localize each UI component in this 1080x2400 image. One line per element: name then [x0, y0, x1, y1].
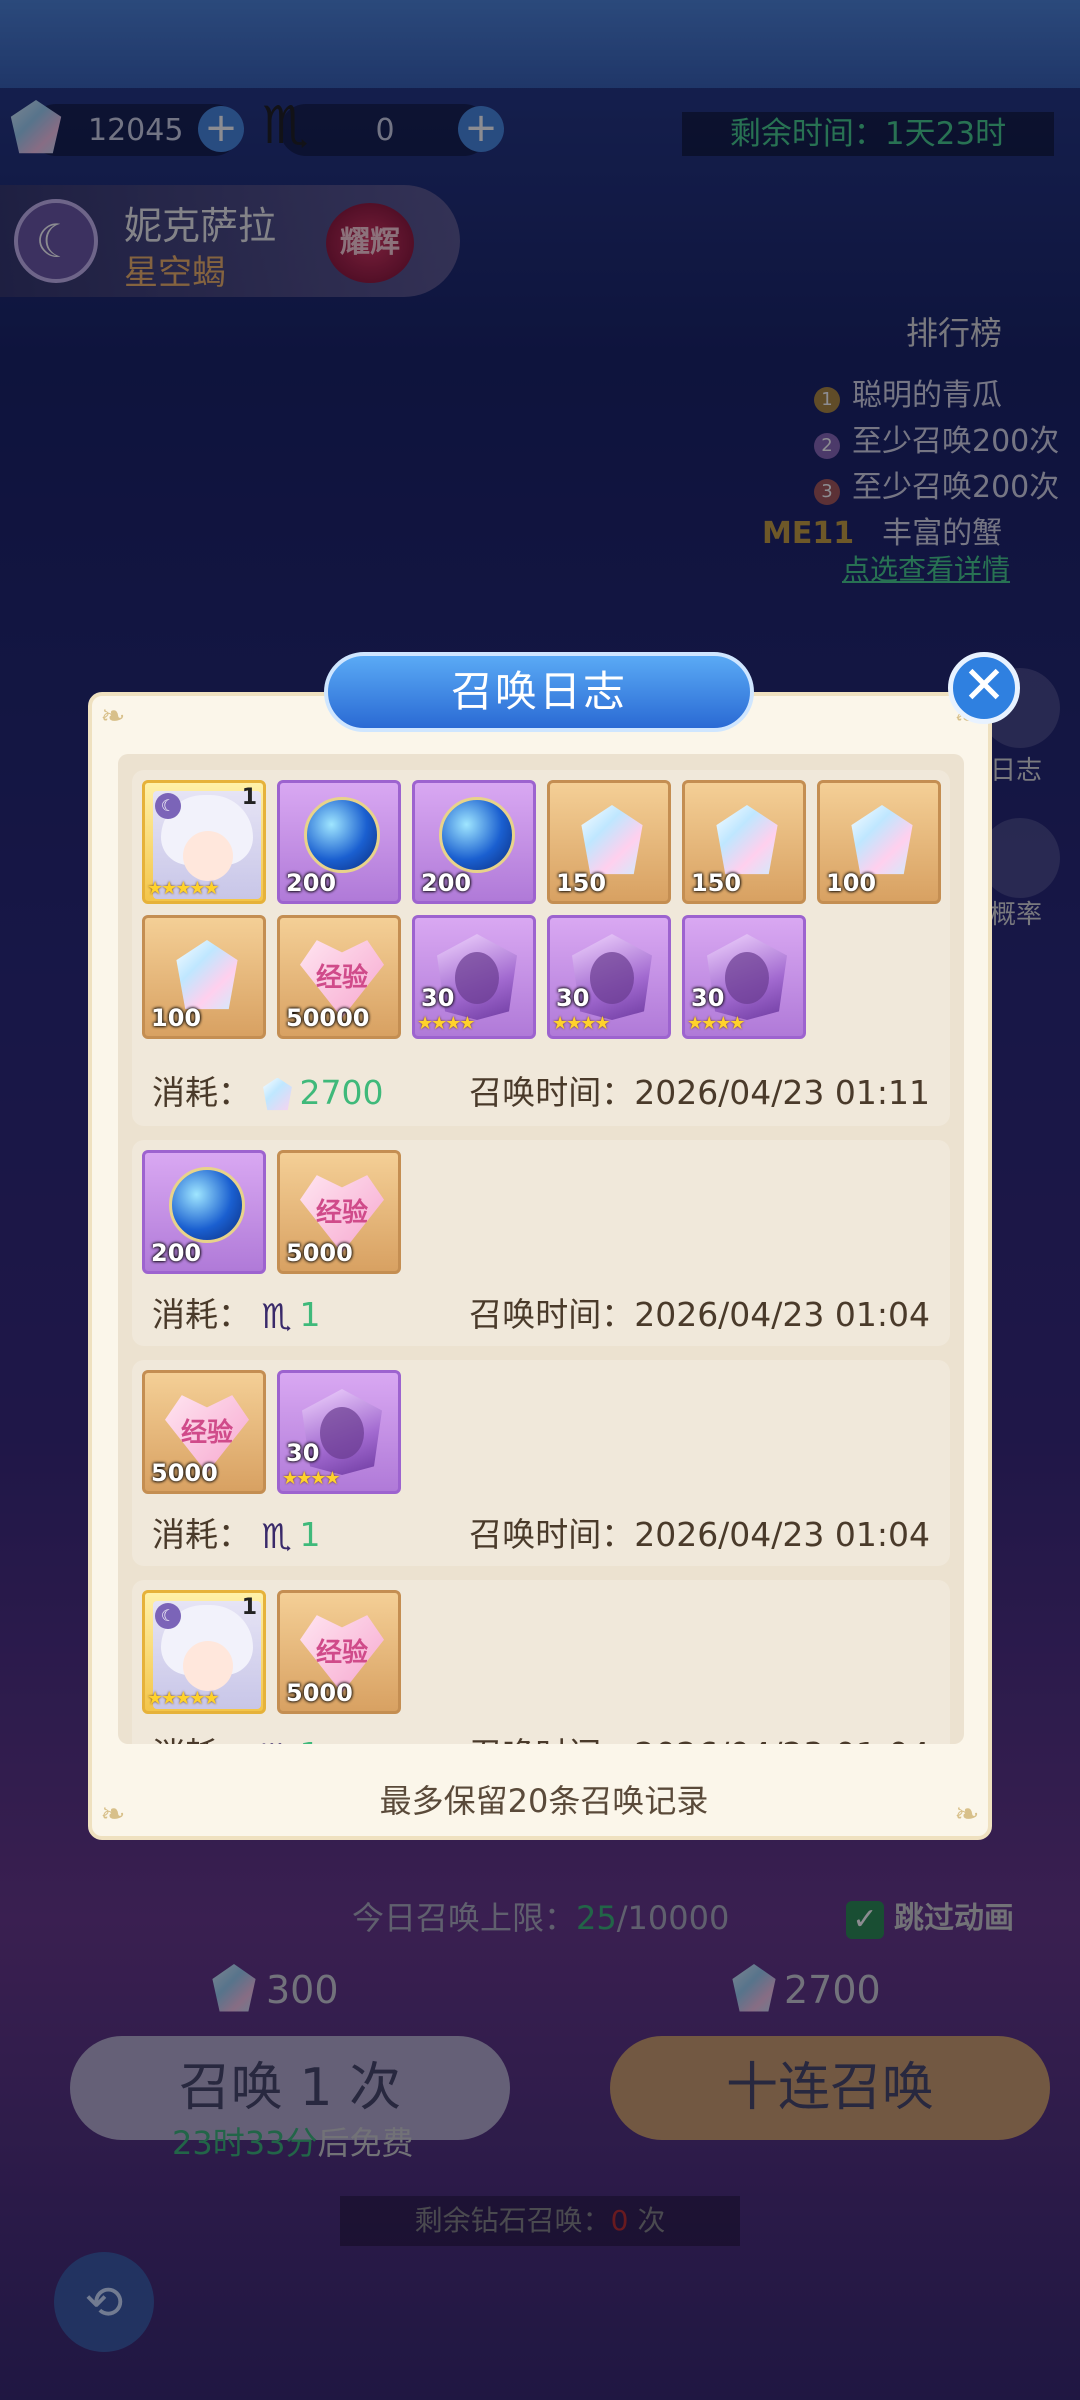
reward-item[interactable]: 30 ★★★★ [547, 915, 671, 1039]
record-cost: 消耗： ♏1 [152, 1295, 321, 1337]
star-rating: ★★★★ [687, 1013, 746, 1034]
star-rating: ★★★★ [552, 1013, 611, 1034]
dialog-title: 召唤日志 [324, 652, 754, 732]
record-time: 召唤时间：2026/04/23 01:04 [469, 1728, 930, 1744]
diamond-icon [851, 805, 913, 875]
log-record: ☾ 1 ★★★★★ 经验 5000 消耗： ♏1 召唤时间：2026/04/23… [132, 1580, 950, 1744]
star-orb-icon [439, 797, 515, 873]
scorpion-icon: ♏ [261, 1516, 292, 1557]
scorpion-icon: ♏ [261, 1296, 292, 1337]
reward-item[interactable]: 100 [142, 915, 266, 1039]
reward-item[interactable]: 经验 5000 [277, 1150, 401, 1274]
record-cost: 消耗： ♏1 [152, 1515, 321, 1557]
reward-item[interactable]: 200 [412, 780, 536, 904]
reward-item[interactable]: ☾ 1 ★★★★★ [142, 1590, 266, 1714]
crescent-moon-icon: ☾ [155, 1603, 181, 1629]
reward-item[interactable]: 经验 5000 [142, 1370, 266, 1494]
reward-item[interactable]: 30 ★★★★ [682, 915, 806, 1039]
log-record: 经验 5000 30 ★★★★ 消耗： ♏ 1 召唤时间：2026/04/23 0… [132, 1360, 950, 1566]
log-record: ☾ 1 ★★★★★ 200 200 150 150 100 100 经验 500… [132, 770, 950, 1126]
diamond-icon [176, 940, 238, 1010]
reward-item[interactable]: ☾ 1 ★★★★★ [142, 780, 266, 904]
reward-item[interactable]: 100 [817, 780, 941, 904]
reward-item[interactable]: 200 [277, 780, 401, 904]
record-cost: 消耗： 2700 [152, 1073, 384, 1112]
star-rating: ★★★★ [282, 1468, 341, 1489]
record-time: 召唤时间：2026/04/23 01:04 [469, 1295, 930, 1334]
star-rating: ★★★★ [417, 1013, 476, 1034]
summon-log-dialog: ❧ ❧ ❧ ❧ ☾ 1 ★★★★★ 200 200 [88, 692, 992, 1840]
reward-item[interactable]: 150 [682, 780, 806, 904]
diamond-icon [581, 805, 643, 875]
diamond-icon [716, 805, 778, 875]
log-retention-note: 最多保留20条召唤记录 [379, 1782, 709, 1820]
reward-item[interactable]: 150 [547, 780, 671, 904]
record-cost: 消耗： ♏1 [152, 1728, 321, 1744]
star-rating: ★★★★★ [147, 1688, 220, 1709]
reward-item[interactable]: 经验 50000 [277, 915, 401, 1039]
reward-item[interactable]: 经验 5000 [277, 1590, 401, 1714]
star-orb-icon [169, 1167, 245, 1243]
log-scroll-area[interactable]: ☾ 1 ★★★★★ 200 200 150 150 100 100 经验 500… [118, 754, 964, 1744]
reward-item[interactable]: 200 [142, 1150, 266, 1274]
log-record: 200 经验 5000 消耗： ♏ 1 召唤时间：2026/04/23 01:04 [132, 1140, 950, 1346]
gem-icon [263, 1077, 292, 1111]
corner-ornament-icon: ❧ [100, 699, 126, 734]
reward-item[interactable]: 30 ★★★★ [412, 915, 536, 1039]
reward-item[interactable]: 30 ★★★★ [277, 1370, 401, 1494]
star-rating: ★★★★★ [147, 878, 220, 899]
star-orb-icon [304, 797, 380, 873]
scorpion-icon: ♏ [262, 1739, 298, 1745]
record-time: 召唤时间：2026/04/23 01:04 [469, 1515, 930, 1554]
record-time: 召唤时间：2026/04/23 01:11 [469, 1073, 930, 1112]
close-button[interactable]: ✕ [948, 652, 1020, 724]
crescent-moon-icon: ☾ [155, 793, 181, 819]
